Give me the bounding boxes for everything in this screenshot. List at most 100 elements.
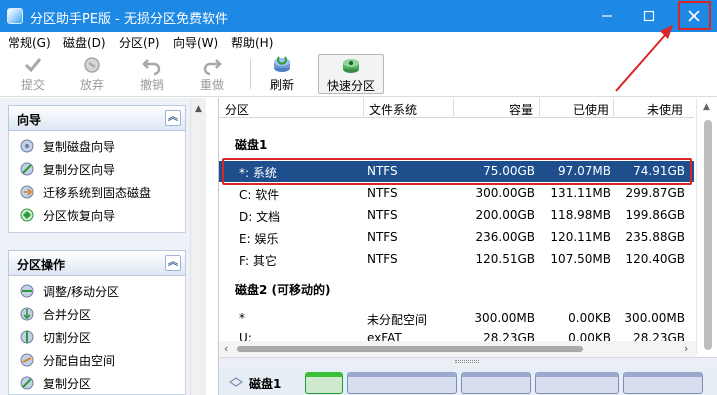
- copy-partition-icon: [20, 162, 34, 176]
- partition-list-pane: 分区 文件系统 容量 已使用 未使用 磁盘1 *: 系统 NTFS 75.00G…: [218, 98, 717, 395]
- menu-disk[interactable]: 磁盘(D): [63, 34, 106, 51]
- disk-map: 磁盘1: [219, 366, 717, 395]
- column-filesystem[interactable]: 文件系统: [369, 101, 417, 118]
- scroll-right-icon[interactable]: ›: [684, 342, 688, 355]
- copy-partition-wizard-label: 复制分区向导: [43, 163, 116, 177]
- split-icon: [20, 330, 34, 344]
- cell-free: 235.88GB: [625, 230, 685, 244]
- table-row[interactable]: U: exFAT 28.23GB 0.00KB 28.23GB: [219, 328, 694, 341]
- disk-map-disk-name: 磁盘1: [249, 377, 282, 391]
- merge-icon: [20, 307, 34, 321]
- cell-free: 300.00MB: [624, 311, 685, 325]
- cell-free: 120.40GB: [625, 252, 685, 266]
- cell-partition: D: 文档: [239, 210, 281, 224]
- cell-partition: C: 软件: [239, 188, 280, 202]
- table-horizontal-scrollbar[interactable]: ‹ ›: [219, 341, 696, 357]
- redo-button[interactable]: 重做: [190, 54, 234, 94]
- table-row[interactable]: C: 软件 NTFS 300.00GB 131.11MB 299.87GB: [219, 183, 694, 204]
- partition-panel-body: 调整/移动分区 合并分区 切割分区 分配自由空间 复制分区: [8, 276, 186, 395]
- refresh-icon: [260, 54, 304, 76]
- partition-panel-title: 分区操作: [17, 258, 66, 272]
- check-icon: [11, 54, 55, 76]
- partition-panel-header[interactable]: 分区操作 ︽: [8, 250, 186, 276]
- menu-wizard[interactable]: 向导(W): [173, 34, 218, 51]
- cell-partition: E: 娱乐: [239, 232, 279, 246]
- cell-used: 107.50MB: [550, 252, 611, 266]
- scroll-left-icon[interactable]: ‹: [224, 342, 228, 355]
- toolbar: 提交 放弃 撤销 重做 刷新 快速分区: [0, 51, 717, 97]
- scroll-thumb[interactable]: [704, 120, 712, 350]
- cell-capacity: 28.23GB: [483, 331, 535, 341]
- partition-recovery-label: 分区恢复向导: [43, 209, 116, 223]
- table-row[interactable]: D: 文档 NTFS 200.00GB 118.98MB 199.86GB: [219, 205, 694, 226]
- cell-used: 0.00KB: [568, 311, 611, 325]
- cell-capacity: 300.00GB: [475, 186, 535, 200]
- selected-row-highlight: [222, 158, 692, 185]
- cell-filesystem: NTFS: [367, 208, 398, 222]
- cell-used: 118.98MB: [550, 208, 611, 222]
- disk2-group-header: 磁盘2 (可移动的): [235, 283, 331, 297]
- quick-partition-button[interactable]: 快速分区: [318, 54, 384, 94]
- table-vertical-scrollbar[interactable]: ▲: [696, 98, 717, 354]
- table-row[interactable]: E: 娱乐 NTFS 236.00GB 120.11MB 235.88GB: [219, 227, 694, 248]
- migrate-os-icon: [20, 185, 34, 199]
- disk-segment-d[interactable]: [461, 372, 531, 394]
- undo-button[interactable]: 撤销: [130, 54, 174, 94]
- split-partition-label: 切割分区: [43, 331, 92, 345]
- discard-icon: [70, 54, 114, 76]
- table-row[interactable]: * 未分配空间 300.00MB 0.00KB 300.00MB: [219, 308, 694, 329]
- pane-splitter[interactable]: [219, 357, 717, 366]
- commit-label: 提交: [20, 78, 45, 92]
- table-row[interactable]: F: 其它 NTFS 120.51GB 107.50MB 120.40GB: [219, 249, 694, 270]
- resize-move-icon: [20, 284, 34, 298]
- scroll-thumb[interactable]: [237, 346, 583, 352]
- disk-segment-f[interactable]: [623, 372, 703, 394]
- discard-button[interactable]: 放弃: [70, 54, 114, 94]
- splitter-grip[interactable]: [455, 360, 479, 363]
- menu-bar: 常规(G) 磁盘(D) 分区(P) 向导(W) 帮助(H): [0, 32, 717, 51]
- left-pane-scrollbar[interactable]: ▲: [190, 98, 206, 395]
- column-divider[interactable]: [453, 98, 454, 118]
- cell-partition: F: 其它: [239, 254, 277, 268]
- collapse-icon[interactable]: ︽: [165, 110, 181, 126]
- refresh-label: 刷新: [269, 78, 294, 92]
- disk-segment-e[interactable]: [535, 372, 619, 394]
- wizard-panel-header[interactable]: 向导 ︽: [8, 105, 186, 131]
- refresh-button[interactable]: 刷新: [260, 54, 304, 94]
- disk-segment-system[interactable]: [305, 372, 343, 394]
- scroll-up-icon[interactable]: ▲: [195, 104, 202, 114]
- cell-filesystem: exFAT: [367, 331, 402, 341]
- disk-segment-c[interactable]: [347, 372, 457, 394]
- column-divider[interactable]: [363, 98, 364, 118]
- maximize-button[interactable]: [632, 0, 666, 32]
- column-capacity[interactable]: 容量: [459, 101, 533, 118]
- close-button-highlight: [678, 1, 711, 30]
- allocate-space-label: 分配自由空间: [43, 354, 116, 368]
- cell-capacity: 120.51GB: [475, 252, 535, 266]
- scroll-up-icon[interactable]: ▲: [703, 102, 710, 112]
- resize-move-label: 调整/移动分区: [43, 285, 120, 299]
- column-used[interactable]: 已使用: [545, 101, 609, 118]
- menu-general[interactable]: 常规(G): [8, 34, 51, 51]
- collapse-icon[interactable]: ︽: [165, 255, 181, 271]
- cell-used: 0.00KB: [568, 331, 611, 341]
- window-title: 分区助手PE版 - 无损分区免费软件: [30, 12, 229, 27]
- menu-help[interactable]: 帮助(H): [231, 34, 273, 51]
- menu-partition[interactable]: 分区(P): [119, 34, 160, 51]
- discard-label: 放弃: [79, 78, 104, 92]
- partition-recovery-icon: [20, 208, 34, 222]
- toolbar-separator: [250, 59, 251, 89]
- commit-button[interactable]: 提交: [11, 54, 55, 94]
- cell-free: 299.87GB: [625, 186, 685, 200]
- column-divider[interactable]: [539, 98, 540, 118]
- column-partition[interactable]: 分区: [225, 101, 249, 118]
- column-header: 分区 文件系统 容量 已使用 未使用: [219, 98, 694, 118]
- minimize-button[interactable]: [590, 0, 624, 32]
- cell-free: 199.86GB: [625, 208, 685, 222]
- column-divider[interactable]: [613, 98, 614, 118]
- maximize-icon: [643, 10, 655, 22]
- redo-label: 重做: [199, 78, 224, 92]
- cell-partition: *: [239, 311, 245, 325]
- disk-map-label[interactable]: 磁盘1: [225, 372, 301, 394]
- column-free[interactable]: 未使用: [619, 101, 683, 118]
